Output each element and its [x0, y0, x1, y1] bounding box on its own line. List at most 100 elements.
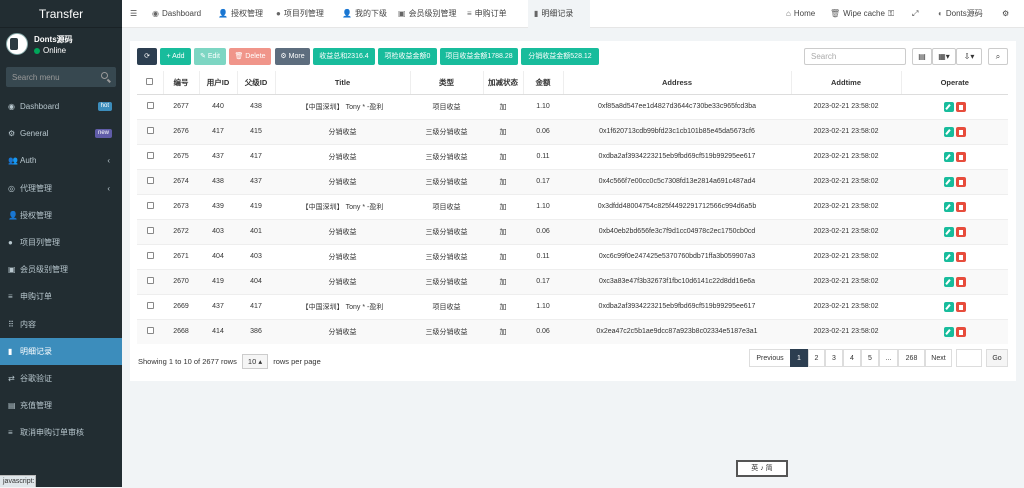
brand-logo[interactable]: Transfer	[0, 0, 122, 28]
top-tab[interactable]: 👤授权管理	[218, 0, 272, 28]
edit-button[interactable]: ✎ Edit	[194, 48, 226, 65]
row-checkbox[interactable]	[147, 302, 154, 309]
table-row[interactable]: 2675437417分销收益三级分销收益加0.110xdba2af3934223…	[137, 144, 1008, 169]
settings-gear-icon[interactable]: ⚙	[1002, 0, 1009, 28]
fullscreen-icon[interactable]: ⤢	[912, 0, 918, 28]
col-header[interactable]: Address	[563, 71, 791, 94]
col-header[interactable]: 类型	[410, 71, 483, 94]
edit-row-icon[interactable]	[944, 152, 954, 162]
menu-search-input[interactable]: Search menu	[6, 67, 116, 87]
page-link[interactable]: 3	[825, 349, 843, 367]
page-size-select[interactable]: 10 ▴	[242, 354, 268, 369]
stat-total-income[interactable]: 收益总和2316.4	[313, 48, 375, 65]
table-row[interactable]: 2674438437分销收益三级分销收益加0.170x4c566f7e00cc0…	[137, 169, 1008, 194]
page-link[interactable]: Next	[925, 349, 952, 367]
wipe-cache-button[interactable]: 🗑Wipe cache	[830, 0, 885, 28]
page-link[interactable]: 268	[898, 349, 925, 367]
grid-dropdown-icon[interactable]: ▦▾	[932, 48, 956, 65]
row-select-cell[interactable]	[137, 219, 163, 244]
top-user-menu[interactable]: ◐Donts源码	[938, 0, 983, 28]
page-jump-input[interactable]	[956, 349, 982, 367]
go-button[interactable]: Go	[986, 349, 1008, 367]
edit-row-icon[interactable]	[944, 327, 954, 337]
row-checkbox[interactable]	[147, 127, 154, 134]
row-select-cell[interactable]	[137, 94, 163, 119]
select-all-header[interactable]	[137, 71, 163, 94]
more-button[interactable]: ⚙ More	[275, 48, 310, 65]
table-row[interactable]: 2668414386分销收益三级分销收益加0.060x2ea47c2c5b1ae…	[137, 319, 1008, 344]
row-checkbox[interactable]	[147, 252, 154, 259]
row-checkbox[interactable]	[147, 277, 154, 284]
search-icon[interactable]	[101, 72, 108, 79]
edit-row-icon[interactable]	[944, 127, 954, 137]
table-row[interactable]: 2677440438【中国深圳】 Tony * -盈利项目收益加1.100xf8…	[137, 94, 1008, 119]
page-link[interactable]: 5	[861, 349, 879, 367]
home-link[interactable]: ⌂Home	[786, 0, 815, 28]
row-select-cell[interactable]	[137, 244, 163, 269]
col-header[interactable]: 金额	[523, 71, 563, 94]
columns-toggle-icon[interactable]: ▤	[912, 48, 932, 65]
table-row[interactable]: 2669437417【中国深圳】 Tony * -盈利项目收益加1.100xdb…	[137, 294, 1008, 319]
row-checkbox[interactable]	[147, 177, 154, 184]
row-select-cell[interactable]	[137, 319, 163, 344]
top-tab[interactable]: ▣会员级别管理	[398, 0, 464, 28]
export-dropdown-icon[interactable]: ⇩▾	[956, 48, 982, 65]
sidebar-item[interactable]: ▮明细记录	[0, 338, 122, 365]
sidebar-item[interactable]: 👤授权管理	[0, 202, 122, 229]
sidebar-item[interactable]: ◎代理管理‹	[0, 175, 122, 202]
stat-distribution-income[interactable]: 分销收益金额528.12	[521, 48, 599, 65]
edit-row-icon[interactable]	[944, 302, 954, 312]
edit-row-icon[interactable]	[944, 227, 954, 237]
delete-row-icon[interactable]	[956, 177, 966, 187]
translate-icon[interactable]: ⚿	[888, 0, 894, 28]
row-select-cell[interactable]	[137, 119, 163, 144]
top-tab[interactable]: ▮明细记录	[528, 0, 590, 28]
page-link[interactable]: 4	[843, 349, 861, 367]
row-select-cell[interactable]	[137, 194, 163, 219]
sidebar-item[interactable]: ●项目列管理	[0, 229, 122, 256]
col-header[interactable]: 父级ID	[237, 71, 275, 94]
delete-row-icon[interactable]	[956, 227, 966, 237]
select-all-checkbox[interactable]	[146, 78, 153, 85]
top-tab[interactable]: ≡申购订单	[467, 0, 523, 28]
table-row[interactable]: 2676417415分销收益三级分销收益加0.060x1f620713cdb99…	[137, 119, 1008, 144]
top-tab[interactable]: 👤我的下级	[342, 0, 394, 28]
col-header[interactable]: Title	[275, 71, 410, 94]
delete-row-icon[interactable]	[956, 302, 966, 312]
add-button[interactable]: + Add	[160, 48, 191, 65]
col-header[interactable]: Operate	[901, 71, 1008, 94]
sidebar-item[interactable]: ⇄谷歌验证	[0, 365, 122, 392]
stat-project-income[interactable]: 项目收益金额1788.28	[440, 48, 518, 65]
edit-row-icon[interactable]	[944, 202, 954, 212]
col-header[interactable]: 编号	[163, 71, 199, 94]
delete-row-icon[interactable]	[956, 277, 966, 287]
row-select-cell[interactable]	[137, 169, 163, 194]
delete-row-icon[interactable]	[956, 152, 966, 162]
page-link[interactable]: ...	[879, 349, 898, 367]
advanced-search-icon[interactable]: ⌕	[988, 48, 1008, 65]
sidebar-item[interactable]: ⚙Generalnew	[0, 120, 122, 147]
col-header[interactable]: Addtime	[791, 71, 901, 94]
row-checkbox[interactable]	[147, 227, 154, 234]
hamburger-menu-icon[interactable]: ☰	[130, 0, 137, 28]
delete-row-icon[interactable]	[956, 252, 966, 262]
top-tab[interactable]: ●项目列管理	[276, 0, 338, 28]
row-select-cell[interactable]	[137, 144, 163, 169]
sidebar-item[interactable]: ▤充值管理	[0, 392, 122, 419]
page-link[interactable]: 2	[808, 349, 825, 367]
row-checkbox[interactable]	[147, 327, 154, 334]
edit-row-icon[interactable]	[944, 277, 954, 287]
stat-check-income[interactable]: 项检收益金额0	[378, 48, 437, 65]
refresh-button[interactable]: ⟳	[137, 48, 157, 65]
row-checkbox[interactable]	[147, 152, 154, 159]
table-row[interactable]: 2672403401分销收益三级分销收益加0.060xb40eb2bd656fe…	[137, 219, 1008, 244]
edit-row-icon[interactable]	[944, 102, 954, 112]
page-link[interactable]: 1	[790, 349, 808, 367]
row-select-cell[interactable]	[137, 294, 163, 319]
sidebar-item[interactable]: 👥Auth‹	[0, 147, 122, 174]
col-header[interactable]: 用户ID	[199, 71, 237, 94]
sidebar-item[interactable]: ◉Dashboardhot	[0, 93, 122, 120]
table-search-input[interactable]: Search	[804, 48, 906, 65]
sidebar-item[interactable]: ≡申购订单	[0, 283, 122, 310]
sidebar-item[interactable]: ▣会员级别管理	[0, 256, 122, 283]
